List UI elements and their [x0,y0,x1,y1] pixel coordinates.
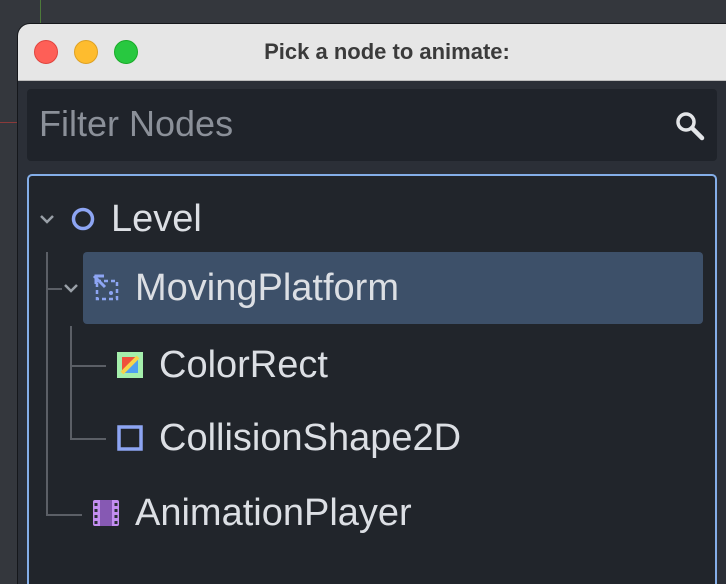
tree-guide-line [70,365,106,367]
tree-item-color-rect[interactable]: ColorRect [109,330,703,400]
background-guide-line [40,0,41,24]
pick-node-dialog: Pick a node to animate: Filter Nodes Lev… [18,24,726,584]
tree-item-label: Level [111,197,202,240]
chevron-down-icon[interactable] [63,280,79,296]
animation-player-icon [93,500,119,526]
tree-guide-line [46,514,82,516]
tree-guide-line [46,288,62,290]
color-rect-icon [117,352,143,378]
tree-item-label: ColorRect [159,343,328,386]
animatable-body-icon [92,274,119,301]
tree-guide-line [46,252,48,290]
filter-nodes-field[interactable]: Filter Nodes [27,89,717,161]
tree-guide-line [70,438,106,440]
tree-guide-line [46,290,48,516]
node-tree[interactable]: Level MovingPlatform ColorRect Collision… [27,174,717,584]
node-circle-icon [71,207,95,231]
collision-shape-icon [117,425,143,451]
tree-item-collision-shape-2d[interactable]: CollisionShape2D [109,403,703,473]
tree-guide-line [70,326,72,440]
tree-item-label: MovingPlatform [135,266,399,309]
background-guide-line [0,122,18,123]
dialog-title: Pick a node to animate: [264,39,510,64]
tree-item-level[interactable]: Level [29,184,709,254]
tree-item-label: CollisionShape2D [159,416,462,459]
tree-item-moving-platform[interactable]: MovingPlatform [64,253,703,323]
title-bar: Pick a node to animate: [18,24,726,81]
tree-item-animation-player[interactable]: AnimationPlayer [83,478,703,548]
chevron-down-icon[interactable] [39,211,55,227]
tree-item-label: AnimationPlayer [135,491,412,534]
filter-nodes-placeholder: Filter Nodes [39,103,234,144]
search-icon[interactable] [675,111,705,141]
